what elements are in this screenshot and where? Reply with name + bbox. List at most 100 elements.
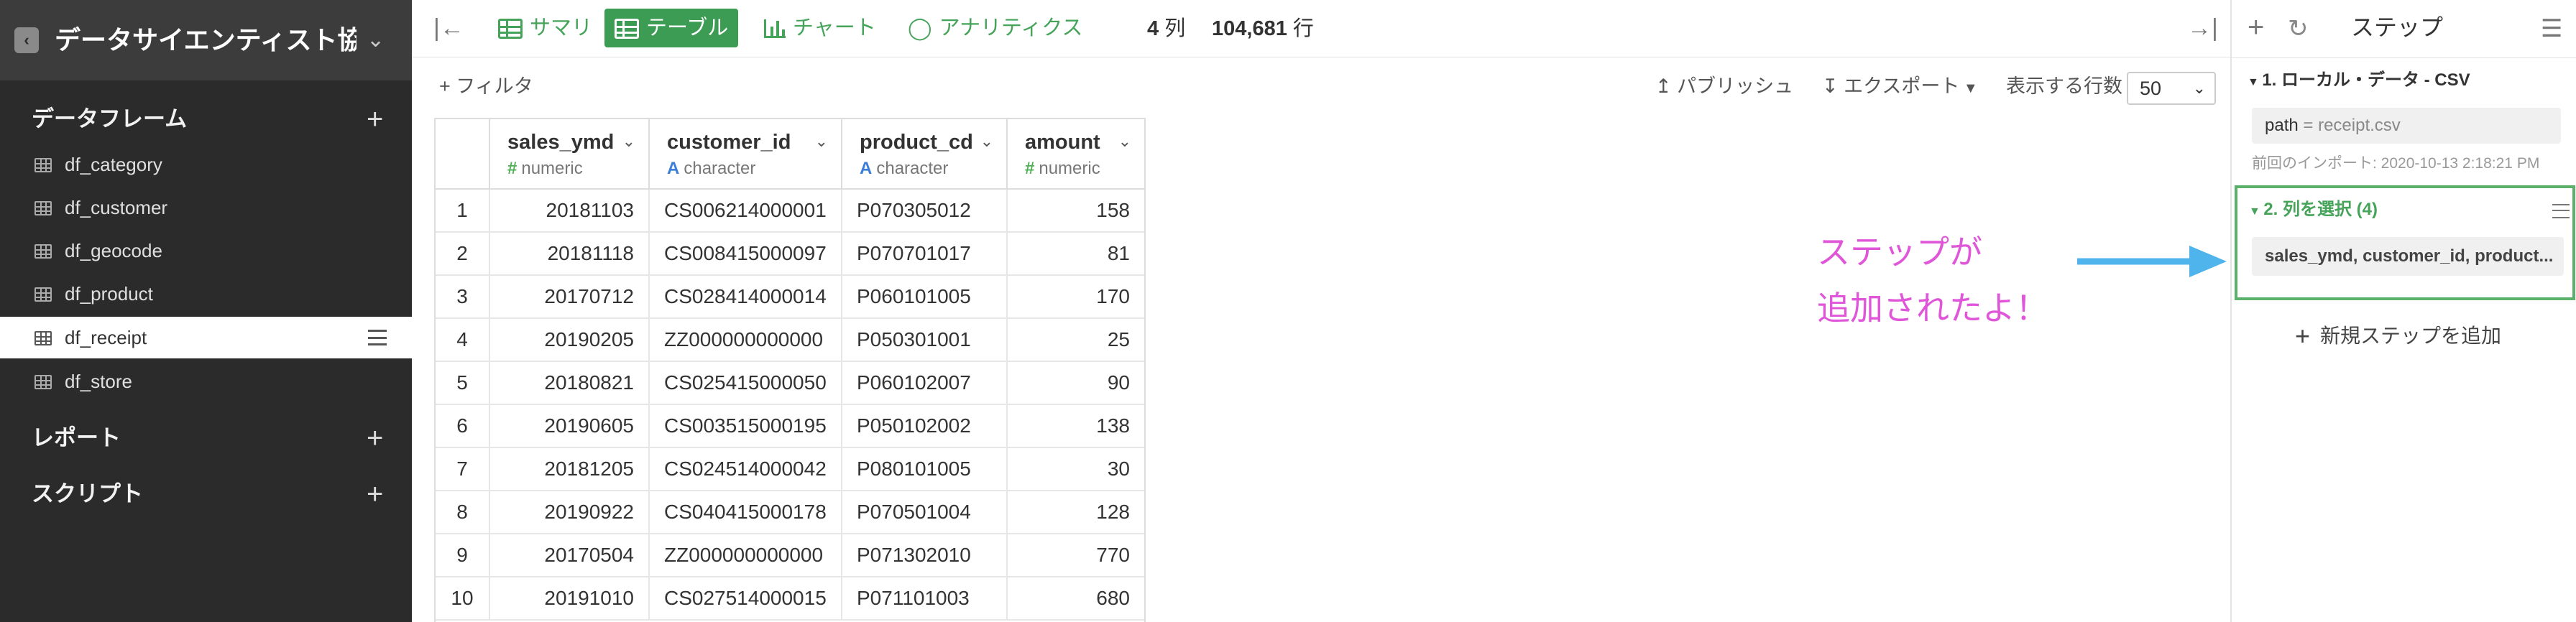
numeric-type-icon: # bbox=[1025, 159, 1035, 178]
collapse-sidebar-icon[interactable]: |← bbox=[433, 16, 464, 40]
sidebar-item-df-geocode[interactable]: df_geocode bbox=[0, 230, 412, 271]
cell-product-cd: P070305012 bbox=[842, 190, 1008, 233]
cell-customer-id: CS028414000014 bbox=[650, 276, 842, 319]
cell-amount: 138 bbox=[1008, 405, 1144, 448]
column-header-amount[interactable]: amount ⌄ # numeric bbox=[1008, 119, 1144, 190]
sidebar: ‹ データサイエンティスト協... ⌄ データフレーム + df_categor… bbox=[0, 0, 412, 622]
project-title[interactable]: データサイエンティスト協... bbox=[55, 24, 356, 56]
cell-amount: 128 bbox=[1008, 491, 1144, 534]
row-index: 9 bbox=[436, 534, 490, 577]
steps-title: ステップ bbox=[2351, 14, 2444, 40]
column-count: 4 列 bbox=[1147, 17, 1186, 40]
sidebar-item-df-customer[interactable]: df_customer bbox=[0, 187, 412, 228]
refresh-icon[interactable]: ↻ bbox=[2288, 14, 2309, 43]
add-dataframe-icon[interactable]: + bbox=[367, 105, 383, 134]
tab-table[interactable]: テーブル bbox=[604, 9, 739, 47]
sidebar-item-df-product[interactable]: df_product bbox=[0, 273, 412, 315]
plus-icon: + bbox=[2295, 321, 2311, 351]
add-script-icon[interactable]: + bbox=[367, 480, 383, 509]
collapse-panel-icon[interactable]: →| bbox=[2187, 16, 2218, 40]
cell-sales-ymd: 20190205 bbox=[490, 319, 650, 362]
sidebar-item-df-store[interactable]: df_store bbox=[0, 361, 412, 402]
tab-chart[interactable]: チャート bbox=[754, 9, 886, 47]
cell-sales-ymd: 20190605 bbox=[490, 405, 650, 448]
row-index: 8 bbox=[436, 491, 490, 534]
cell-product-cd: P080101005 bbox=[842, 448, 1008, 491]
table-row: 7 20181205 CS024514000042 P080101005 30 bbox=[436, 448, 1144, 491]
sidebar-item-label: df_receipt bbox=[65, 327, 147, 348]
chevron-down-icon[interactable]: ⌄ bbox=[980, 131, 993, 152]
tab-analytics[interactable]: ◯ アナリティクス bbox=[898, 9, 1092, 47]
add-report-icon[interactable]: + bbox=[367, 424, 383, 452]
column-type: # numeric bbox=[1025, 158, 1100, 180]
triangle-down-icon: ▼ bbox=[2248, 76, 2263, 88]
table-row: 5 20180821 CS025415000050 P060102007 90 bbox=[436, 362, 1144, 405]
table-row: 9 20170504 ZZ000000000000 P071302010 770 bbox=[436, 534, 1144, 577]
view-toolbar: |← サマリ テーブル チャート ◯ アナリティクス 4 列 104,681 行 … bbox=[412, 0, 2230, 57]
chevron-down-icon[interactable]: ⌄ bbox=[1118, 131, 1131, 152]
section-reports[interactable]: レポート bbox=[32, 424, 121, 452]
cell-amount: 30 bbox=[1008, 448, 1144, 491]
chevron-down-icon[interactable]: ⌄ bbox=[815, 131, 828, 152]
divider bbox=[2232, 57, 2576, 58]
menu-icon[interactable] bbox=[2552, 204, 2570, 218]
chart-icon bbox=[764, 19, 786, 39]
table-row: 2 20181118 CS008415000097 P070701017 81 bbox=[436, 233, 1144, 276]
download-icon: ↧ bbox=[1822, 75, 1844, 97]
tab-summary[interactable]: サマリ bbox=[488, 9, 602, 47]
column-header-product-cd[interactable]: product_cd ⌄ Acharacter bbox=[842, 119, 1008, 190]
section-scripts[interactable]: スクリプト bbox=[32, 480, 143, 509]
cell-customer-id: CS008415000097 bbox=[650, 233, 842, 276]
column-name: amount bbox=[1025, 131, 1100, 154]
tab-chart-label: チャート bbox=[793, 17, 876, 40]
settings-icon[interactable]: ☰ bbox=[2541, 14, 2562, 43]
column-type-label: character bbox=[684, 159, 756, 178]
step-2-label: 2. 列を選択 (4) bbox=[2263, 200, 2378, 219]
step-1-label: 1. ローカル・データ - CSV bbox=[2262, 70, 2470, 90]
section-dataframes: データフレーム bbox=[32, 106, 188, 131]
back-icon[interactable]: ‹ bbox=[14, 27, 39, 53]
cell-customer-id: ZZ000000000000 bbox=[650, 319, 842, 362]
cell-amount: 90 bbox=[1008, 362, 1144, 405]
column-header-sales-ymd[interactable]: sales_ymd ⌄ # numeric bbox=[490, 119, 650, 190]
export-button[interactable]: ↧ エクスポート ▼ bbox=[1822, 73, 1978, 101]
row-count: 104,681 行 bbox=[1212, 17, 1314, 40]
step-2-card[interactable]: ▼ 2. 列を選択 (4) sales_ymd, customer_id, pr… bbox=[2235, 185, 2575, 300]
add-step-icon[interactable]: + bbox=[2248, 13, 2264, 42]
table-row: 3 20170712 CS028414000014 P060101005 170 bbox=[436, 276, 1144, 319]
column-type: Acharacter bbox=[667, 158, 755, 180]
column-name: sales_ymd bbox=[507, 131, 615, 154]
column-type-label: character bbox=[876, 159, 949, 178]
cell-customer-id: ZZ000000000000 bbox=[650, 534, 842, 577]
analytics-icon: ◯ bbox=[908, 17, 932, 41]
cell-sales-ymd: 20181118 bbox=[490, 233, 650, 276]
step-1-title[interactable]: ▼ 1. ローカル・データ - CSV bbox=[2248, 69, 2470, 94]
chevron-down-icon[interactable]: ⌄ bbox=[367, 24, 385, 56]
add-step-label: 新規ステップを追加 bbox=[2320, 325, 2502, 347]
steps-panel: + ↻ ステップ ☰ ▼ 1. ローカル・データ - CSV path = re… bbox=[2230, 0, 2576, 622]
cell-amount: 680 bbox=[1008, 577, 1144, 621]
app-root: ‹ データサイエンティスト協... ⌄ データフレーム + df_categor… bbox=[0, 0, 2576, 622]
add-filter-button[interactable]: + フィルタ bbox=[439, 73, 533, 99]
sidebar-item-df-category[interactable]: df_category bbox=[0, 144, 412, 185]
cell-customer-id: CS006214000001 bbox=[650, 190, 842, 233]
tab-analytics-label: アナリティクス bbox=[939, 17, 1083, 40]
step-2-title[interactable]: ▼ 2. 列を選択 (4) bbox=[2249, 198, 2378, 223]
rows-per-page-select[interactable]: 50 ⌄ bbox=[2127, 72, 2216, 105]
publish-button[interactable]: ↥ パブリッシュ bbox=[1655, 73, 1793, 99]
row-index: 10 bbox=[436, 577, 490, 621]
step-1-params[interactable]: path = receipt.csv bbox=[2252, 108, 2561, 144]
sidebar-item-df-receipt[interactable]: df_receipt bbox=[0, 317, 412, 358]
menu-icon[interactable] bbox=[368, 330, 387, 345]
sidebar-item-label: df_product bbox=[65, 283, 153, 305]
step-2-content[interactable]: sales_ymd, customer_id, product... bbox=[2252, 237, 2564, 276]
chevron-down-icon[interactable]: ⌄ bbox=[622, 131, 635, 152]
cell-amount: 81 bbox=[1008, 233, 1144, 276]
tab-table-label: テーブル bbox=[646, 17, 729, 40]
add-new-step-button[interactable]: + 新規ステップを追加 bbox=[2295, 322, 2501, 351]
chevron-down-icon: ⌄ bbox=[2192, 79, 2206, 97]
column-header-customer-id[interactable]: customer_id ⌄ Acharacter bbox=[650, 119, 842, 190]
cell-sales-ymd: 20191010 bbox=[490, 577, 650, 621]
upload-icon: ↥ bbox=[1655, 75, 1678, 97]
cell-amount: 170 bbox=[1008, 276, 1144, 319]
